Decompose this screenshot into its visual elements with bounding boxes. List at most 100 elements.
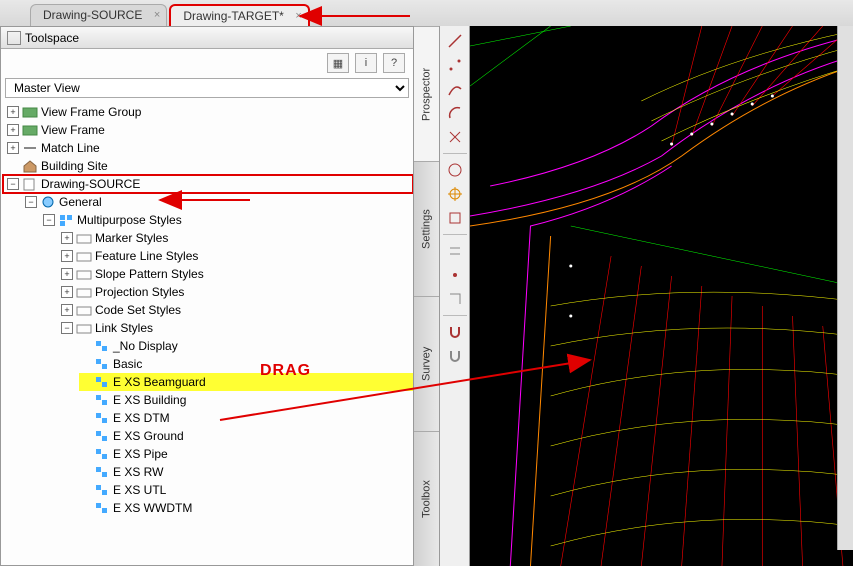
tree-item[interactable]: E XS RW (79, 463, 413, 481)
tool-cross-icon[interactable] (443, 126, 467, 148)
expand-icon[interactable]: + (61, 232, 73, 244)
separator (443, 153, 467, 154)
tool-line-icon[interactable] (443, 30, 467, 52)
tool-circle-icon[interactable] (443, 159, 467, 181)
separator (443, 315, 467, 316)
tree-item-general[interactable]: −General (25, 193, 413, 211)
toolspace-titlebar: Toolspace (1, 27, 413, 49)
style-icon (94, 483, 110, 497)
toolspace-title: Toolspace (25, 31, 79, 45)
layout-icon[interactable]: ▦ (327, 53, 349, 73)
sidetab-settings[interactable]: Settings (414, 161, 439, 296)
close-icon[interactable]: × (295, 10, 301, 22)
expand-icon[interactable]: + (61, 250, 73, 262)
expand-icon[interactable]: + (61, 304, 73, 316)
toolspace-panel: Toolspace ▦ i ? Master View +View Frame … (0, 26, 414, 566)
tab-label: Drawing-SOURCE (43, 8, 142, 22)
matchline-icon (22, 141, 38, 155)
tree-item[interactable]: +Match Line (7, 139, 413, 157)
tree-item[interactable]: Building Site (7, 157, 413, 175)
folder-icon (76, 267, 92, 281)
folder-icon (76, 231, 92, 245)
expand-icon[interactable]: + (61, 268, 73, 280)
close-icon[interactable]: × (154, 9, 160, 21)
expand-icon[interactable]: + (7, 106, 19, 118)
tool-parallel-icon[interactable] (443, 240, 467, 262)
sidetab-toolbox[interactable]: Toolbox (414, 431, 439, 566)
folder-icon (76, 303, 92, 317)
tree-item-link-styles[interactable]: −Link Styles (61, 319, 413, 337)
scrollbar-vertical[interactable] (837, 26, 853, 550)
tree-item[interactable]: _No Display (79, 337, 413, 355)
tree-item[interactable]: +Slope Pattern Styles (61, 265, 413, 283)
toolspace-tree[interactable]: +View Frame Group +View Frame +Match Lin… (1, 99, 413, 565)
view-selector[interactable]: Master View (5, 78, 409, 98)
tree-item-beamguard[interactable]: E XS Beamguard (79, 373, 413, 391)
tree-item[interactable]: E XS WWDTM (79, 499, 413, 517)
tab-drawing-source[interactable]: Drawing-SOURCE × (30, 4, 167, 26)
tree-item[interactable]: E XS UTL (79, 481, 413, 499)
expand-icon[interactable]: + (7, 142, 19, 154)
sidetab-prospector[interactable]: Prospector (414, 26, 439, 161)
cad-drawing (470, 26, 853, 566)
tool-magnet-icon[interactable] (443, 321, 467, 343)
collapse-icon[interactable]: − (61, 322, 73, 334)
folder-icon (76, 285, 92, 299)
style-icon (94, 357, 110, 371)
annotation-drag-label: DRAG (260, 362, 311, 380)
building-icon (22, 159, 38, 173)
tree-item[interactable]: E XS Building (79, 391, 413, 409)
view-selector-row: Master View (1, 77, 413, 99)
drawing-canvas[interactable] (470, 26, 853, 566)
style-icon (94, 339, 110, 353)
general-icon (40, 195, 56, 209)
expand-icon[interactable]: + (61, 286, 73, 298)
right-area: Prospector Settings Survey Toolbox (414, 26, 853, 566)
separator (443, 234, 467, 235)
multi-icon (58, 213, 74, 227)
style-icon (94, 447, 110, 461)
tool-offset-icon[interactable] (443, 288, 467, 310)
tree-item[interactable]: +View Frame (7, 121, 413, 139)
tool-node-icon[interactable] (443, 264, 467, 286)
tool-column (440, 26, 470, 566)
folder-icon (76, 249, 92, 263)
toolspace-iconrow: ▦ i ? (1, 49, 413, 77)
tool-point-icon[interactable] (443, 54, 467, 76)
tree-item-multipurpose[interactable]: −Multipurpose Styles (43, 211, 413, 229)
expand-icon[interactable]: + (7, 124, 19, 136)
tree-item[interactable]: +Projection Styles (61, 283, 413, 301)
tree-item[interactable]: E XS Pipe (79, 445, 413, 463)
collapse-icon[interactable]: − (7, 178, 19, 190)
tree-item-drawing-source[interactable]: − Drawing-SOURCE (3, 175, 413, 193)
style-icon (94, 465, 110, 479)
tree-item[interactable]: +Feature Line Styles (61, 247, 413, 265)
tool-target-icon[interactable] (443, 183, 467, 205)
tool-arc-icon[interactable] (443, 102, 467, 124)
info-icon[interactable]: i (355, 53, 377, 73)
tab-drawing-target[interactable]: Drawing-TARGET* × (169, 4, 309, 26)
tool-snap-icon[interactable] (443, 345, 467, 367)
tool-square-icon[interactable] (443, 207, 467, 229)
tree-item[interactable]: +Code Set Styles (61, 301, 413, 319)
collapse-icon[interactable]: − (43, 214, 55, 226)
style-icon (94, 429, 110, 443)
tree-item[interactable]: Basic (79, 355, 413, 373)
tree-item[interactable]: +View Frame Group (7, 103, 413, 121)
folder-icon (76, 321, 92, 335)
sidetab-survey[interactable]: Survey (414, 296, 439, 431)
pin-icon[interactable] (7, 31, 21, 45)
tree-item[interactable]: E XS DTM (79, 409, 413, 427)
spacer (7, 160, 19, 172)
side-tabbar: Prospector Settings Survey Toolbox (414, 26, 440, 566)
tool-curve-icon[interactable] (443, 78, 467, 100)
drawing-icon (22, 177, 38, 191)
tab-label: Drawing-TARGET* (183, 9, 283, 23)
main-area: Toolspace ▦ i ? Master View +View Frame … (0, 26, 853, 566)
help-icon[interactable]: ? (383, 53, 405, 73)
tree-item[interactable]: E XS Ground (79, 427, 413, 445)
tree-item[interactable]: +Marker Styles (61, 229, 413, 247)
collapse-icon[interactable]: − (25, 196, 37, 208)
folder-icon (22, 123, 38, 137)
style-icon (94, 411, 110, 425)
